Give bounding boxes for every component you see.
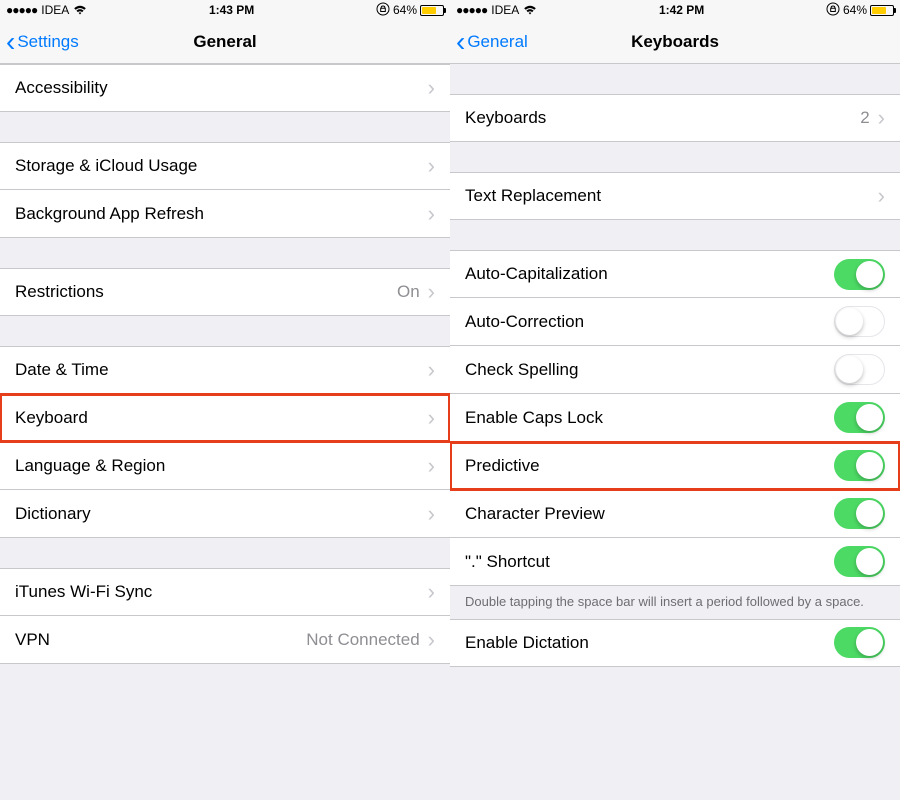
status-time: 1:42 PM — [537, 3, 826, 17]
auto-correction-toggle[interactable] — [834, 306, 885, 337]
chevron-right-icon: › — [428, 503, 435, 525]
vpn-row[interactable]: VPN Not Connected › — [0, 616, 450, 664]
row-label: Date & Time — [15, 360, 428, 380]
row-label: Check Spelling — [465, 360, 834, 380]
row-label: Text Replacement — [465, 186, 878, 206]
predictive-toggle[interactable] — [834, 450, 885, 481]
settings-list: Keyboards 2 › Text Replacement › Auto-Ca… — [450, 64, 900, 800]
chevron-right-icon: › — [428, 203, 435, 225]
row-label: Predictive — [465, 456, 834, 476]
row-label: VPN — [15, 630, 306, 650]
row-label: Keyboard — [15, 408, 428, 428]
accessibility-row[interactable]: Accessibility › — [0, 64, 450, 112]
chevron-right-icon: › — [428, 407, 435, 429]
status-bar: ●●●●● IDEA 1:43 PM 64% — [0, 0, 450, 20]
enable-dictation-row[interactable]: Enable Dictation — [450, 619, 900, 667]
dictionary-row[interactable]: Dictionary › — [0, 490, 450, 538]
row-label: "." Shortcut — [465, 552, 834, 572]
chevron-right-icon: › — [428, 629, 435, 651]
wifi-icon — [73, 3, 87, 18]
keyboards-row[interactable]: Keyboards 2 › — [450, 94, 900, 142]
row-label: Restrictions — [15, 282, 397, 302]
row-label: Language & Region — [15, 456, 428, 476]
period-shortcut-toggle[interactable] — [834, 546, 885, 577]
auto-correction-row[interactable]: Auto-Correction — [450, 298, 900, 346]
chevron-right-icon: › — [428, 359, 435, 381]
battery-percentage: 64% — [393, 3, 417, 17]
language-region-row[interactable]: Language & Region › — [0, 442, 450, 490]
back-button[interactable]: ‹ Settings — [0, 28, 79, 56]
battery-icon — [420, 5, 444, 16]
signal-dots-icon: ●●●●● — [456, 3, 487, 17]
back-button[interactable]: ‹ General — [450, 28, 528, 56]
orientation-lock-icon — [376, 2, 390, 19]
back-label: Settings — [17, 32, 78, 52]
status-bar: ●●●●● IDEA 1:42 PM 64% — [450, 0, 900, 20]
enable-dictation-toggle[interactable] — [834, 627, 885, 658]
chevron-right-icon: › — [878, 107, 885, 129]
chevron-right-icon: › — [428, 155, 435, 177]
chevron-left-icon: ‹ — [456, 28, 465, 56]
status-time: 1:43 PM — [87, 3, 376, 17]
row-label: Auto-Correction — [465, 312, 834, 332]
keyboards-settings-screen: ●●●●● IDEA 1:42 PM 64% ‹ General Keyboar… — [450, 0, 900, 800]
battery-percentage: 64% — [843, 3, 867, 17]
row-value: Not Connected — [306, 630, 419, 650]
row-label: iTunes Wi-Fi Sync — [15, 582, 428, 602]
chevron-right-icon: › — [878, 185, 885, 207]
signal-dots-icon: ●●●●● — [6, 3, 37, 17]
character-preview-row[interactable]: Character Preview — [450, 490, 900, 538]
row-value: 2 — [860, 108, 869, 128]
row-label: Auto-Capitalization — [465, 264, 834, 284]
check-spelling-toggle[interactable] — [834, 354, 885, 385]
chevron-right-icon: › — [428, 455, 435, 477]
battery-icon — [870, 5, 894, 16]
orientation-lock-icon — [826, 2, 840, 19]
back-label: General — [467, 32, 527, 52]
background-refresh-row[interactable]: Background App Refresh › — [0, 190, 450, 238]
row-label: Enable Dictation — [465, 633, 834, 653]
nav-bar: ‹ General Keyboards — [450, 20, 900, 64]
period-shortcut-row[interactable]: "." Shortcut — [450, 538, 900, 586]
check-spelling-row[interactable]: Check Spelling — [450, 346, 900, 394]
wifi-icon — [523, 3, 537, 18]
row-label: Background App Refresh — [15, 204, 428, 224]
nav-bar: ‹ Settings General — [0, 20, 450, 64]
text-replacement-row[interactable]: Text Replacement › — [450, 172, 900, 220]
enable-caps-lock-toggle[interactable] — [834, 402, 885, 433]
restrictions-row[interactable]: Restrictions On › — [0, 268, 450, 316]
storage-row[interactable]: Storage & iCloud Usage › — [0, 142, 450, 190]
character-preview-toggle[interactable] — [834, 498, 885, 529]
enable-caps-lock-row[interactable]: Enable Caps Lock — [450, 394, 900, 442]
general-settings-screen: ●●●●● IDEA 1:43 PM 64% ‹ Settings Genera… — [0, 0, 450, 800]
predictive-row[interactable]: Predictive — [450, 442, 900, 490]
itunes-wifi-row[interactable]: iTunes Wi-Fi Sync › — [0, 568, 450, 616]
row-value: On — [397, 282, 420, 302]
row-label: Dictionary — [15, 504, 428, 524]
carrier-label: IDEA — [41, 3, 69, 17]
chevron-right-icon: › — [428, 281, 435, 303]
auto-capitalization-toggle[interactable] — [834, 259, 885, 290]
row-label: Keyboards — [465, 108, 860, 128]
row-label: Accessibility — [15, 78, 428, 98]
settings-list: Accessibility › Storage & iCloud Usage ›… — [0, 64, 450, 800]
chevron-right-icon: › — [428, 581, 435, 603]
chevron-left-icon: ‹ — [6, 28, 15, 56]
section-footer: Double tapping the space bar will insert… — [450, 586, 900, 619]
row-label: Storage & iCloud Usage — [15, 156, 428, 176]
chevron-right-icon: › — [428, 77, 435, 99]
keyboard-row[interactable]: Keyboard › — [0, 394, 450, 442]
row-label: Character Preview — [465, 504, 834, 524]
auto-capitalization-row[interactable]: Auto-Capitalization — [450, 250, 900, 298]
row-label: Enable Caps Lock — [465, 408, 834, 428]
date-time-row[interactable]: Date & Time › — [0, 346, 450, 394]
carrier-label: IDEA — [491, 3, 519, 17]
